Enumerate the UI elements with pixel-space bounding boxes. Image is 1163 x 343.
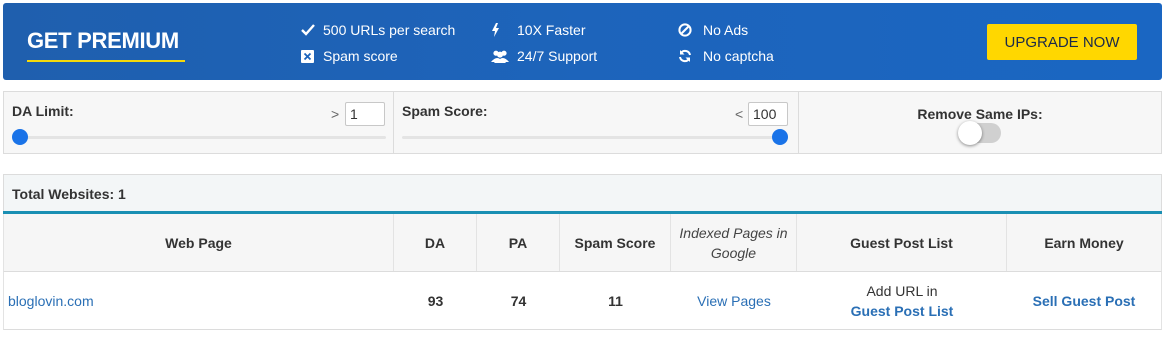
feature-label: Spam score: [323, 48, 398, 64]
header-guest-post-list: Guest Post List: [797, 214, 1007, 271]
earn-money-cell: Sell Guest Post: [1007, 272, 1161, 329]
guest-post-list-link[interactable]: Guest Post List: [851, 301, 954, 321]
feature-label: 24/7 Support: [517, 48, 598, 64]
users-icon: [491, 50, 517, 63]
spam-score-input[interactable]: [748, 102, 788, 126]
pa-cell: 74: [510, 292, 527, 309]
header-indexed-pages: Indexed Pages in Google: [671, 214, 797, 271]
remove-same-ips-filter: Remove Same IPs:: [799, 92, 1161, 153]
da-cell: 93: [427, 292, 444, 309]
web-page-link[interactable]: bloglovin.com: [8, 293, 94, 309]
feature-label: 500 URLs per search: [323, 22, 456, 38]
feature-no-captcha: No captcha: [678, 48, 774, 64]
feature-spam-score: Spam score: [301, 48, 398, 64]
spam-score-track[interactable]: [402, 136, 788, 139]
premium-banner: GET PREMIUM 500 URLs per search Spam sco…: [3, 3, 1162, 80]
feature-faster: 10X Faster: [491, 22, 585, 38]
table-row: bloglovin.com 93 74 11 View Pages Add UR…: [3, 272, 1162, 330]
add-url-text: Add URL in: [866, 282, 938, 299]
table-header-row: Web Page DA PA Spam Score Indexed Pages …: [3, 214, 1162, 272]
feature-support: 24/7 Support: [491, 48, 597, 64]
view-pages-link[interactable]: View Pages: [697, 293, 771, 309]
total-websites: Total Websites: 1: [3, 174, 1162, 212]
feature-label: 10X Faster: [517, 22, 586, 38]
header-earn-money: Earn Money: [1044, 234, 1124, 251]
header-web-page[interactable]: Web Page: [4, 214, 394, 271]
guest-post-cell: Add URL in Guest Post List: [797, 272, 1007, 329]
da-limit-slider-thumb[interactable]: [12, 129, 28, 145]
da-limit-label: DA Limit:: [12, 103, 74, 119]
results-table: Web Page DA PA Spam Score Indexed Pages …: [3, 214, 1162, 330]
no-ads-icon: [678, 23, 703, 37]
da-limit-sign: >: [331, 106, 340, 122]
spam-score-label: Spam Score:: [402, 103, 488, 119]
check-icon: [301, 24, 323, 36]
spam-score-cell: 11: [608, 292, 623, 309]
spam-box-icon: [301, 49, 323, 63]
spam-score-slider-thumb[interactable]: [772, 129, 788, 145]
remove-same-ips-toggle[interactable]: [958, 121, 1001, 145]
feature-no-ads: No Ads: [678, 22, 748, 38]
da-limit-filter: DA Limit: >: [4, 92, 394, 153]
refresh-icon: [678, 49, 703, 63]
da-limit-track[interactable]: [12, 136, 386, 139]
header-pa[interactable]: PA: [477, 214, 560, 271]
filters-bar: DA Limit: > Spam Score: < Remove Same IP…: [3, 91, 1162, 154]
sell-guest-post-link[interactable]: Sell Guest Post: [1033, 293, 1136, 309]
feature-label: No Ads: [703, 22, 749, 38]
header-spam-score[interactable]: Spam Score: [560, 214, 671, 271]
da-limit-input[interactable]: [345, 102, 385, 126]
spam-score-sign: <: [735, 106, 744, 122]
toggle-knob[interactable]: [958, 121, 982, 145]
web-page-cell: bloglovin.com: [4, 272, 394, 329]
feature-label: No captcha: [703, 48, 774, 64]
header-da[interactable]: DA: [394, 214, 477, 271]
indexed-pages-cell: View Pages: [671, 272, 797, 329]
upgrade-now-button[interactable]: UPGRADE NOW: [987, 24, 1137, 60]
title-underline: [27, 60, 185, 62]
bolt-icon: [491, 23, 517, 37]
spam-score-filter: Spam Score: <: [394, 92, 799, 153]
feature-urls: 500 URLs per search: [301, 22, 455, 38]
premium-title: GET PREMIUM: [27, 28, 179, 53]
remove-same-ips-label: Remove Same IPs:: [917, 106, 1043, 122]
